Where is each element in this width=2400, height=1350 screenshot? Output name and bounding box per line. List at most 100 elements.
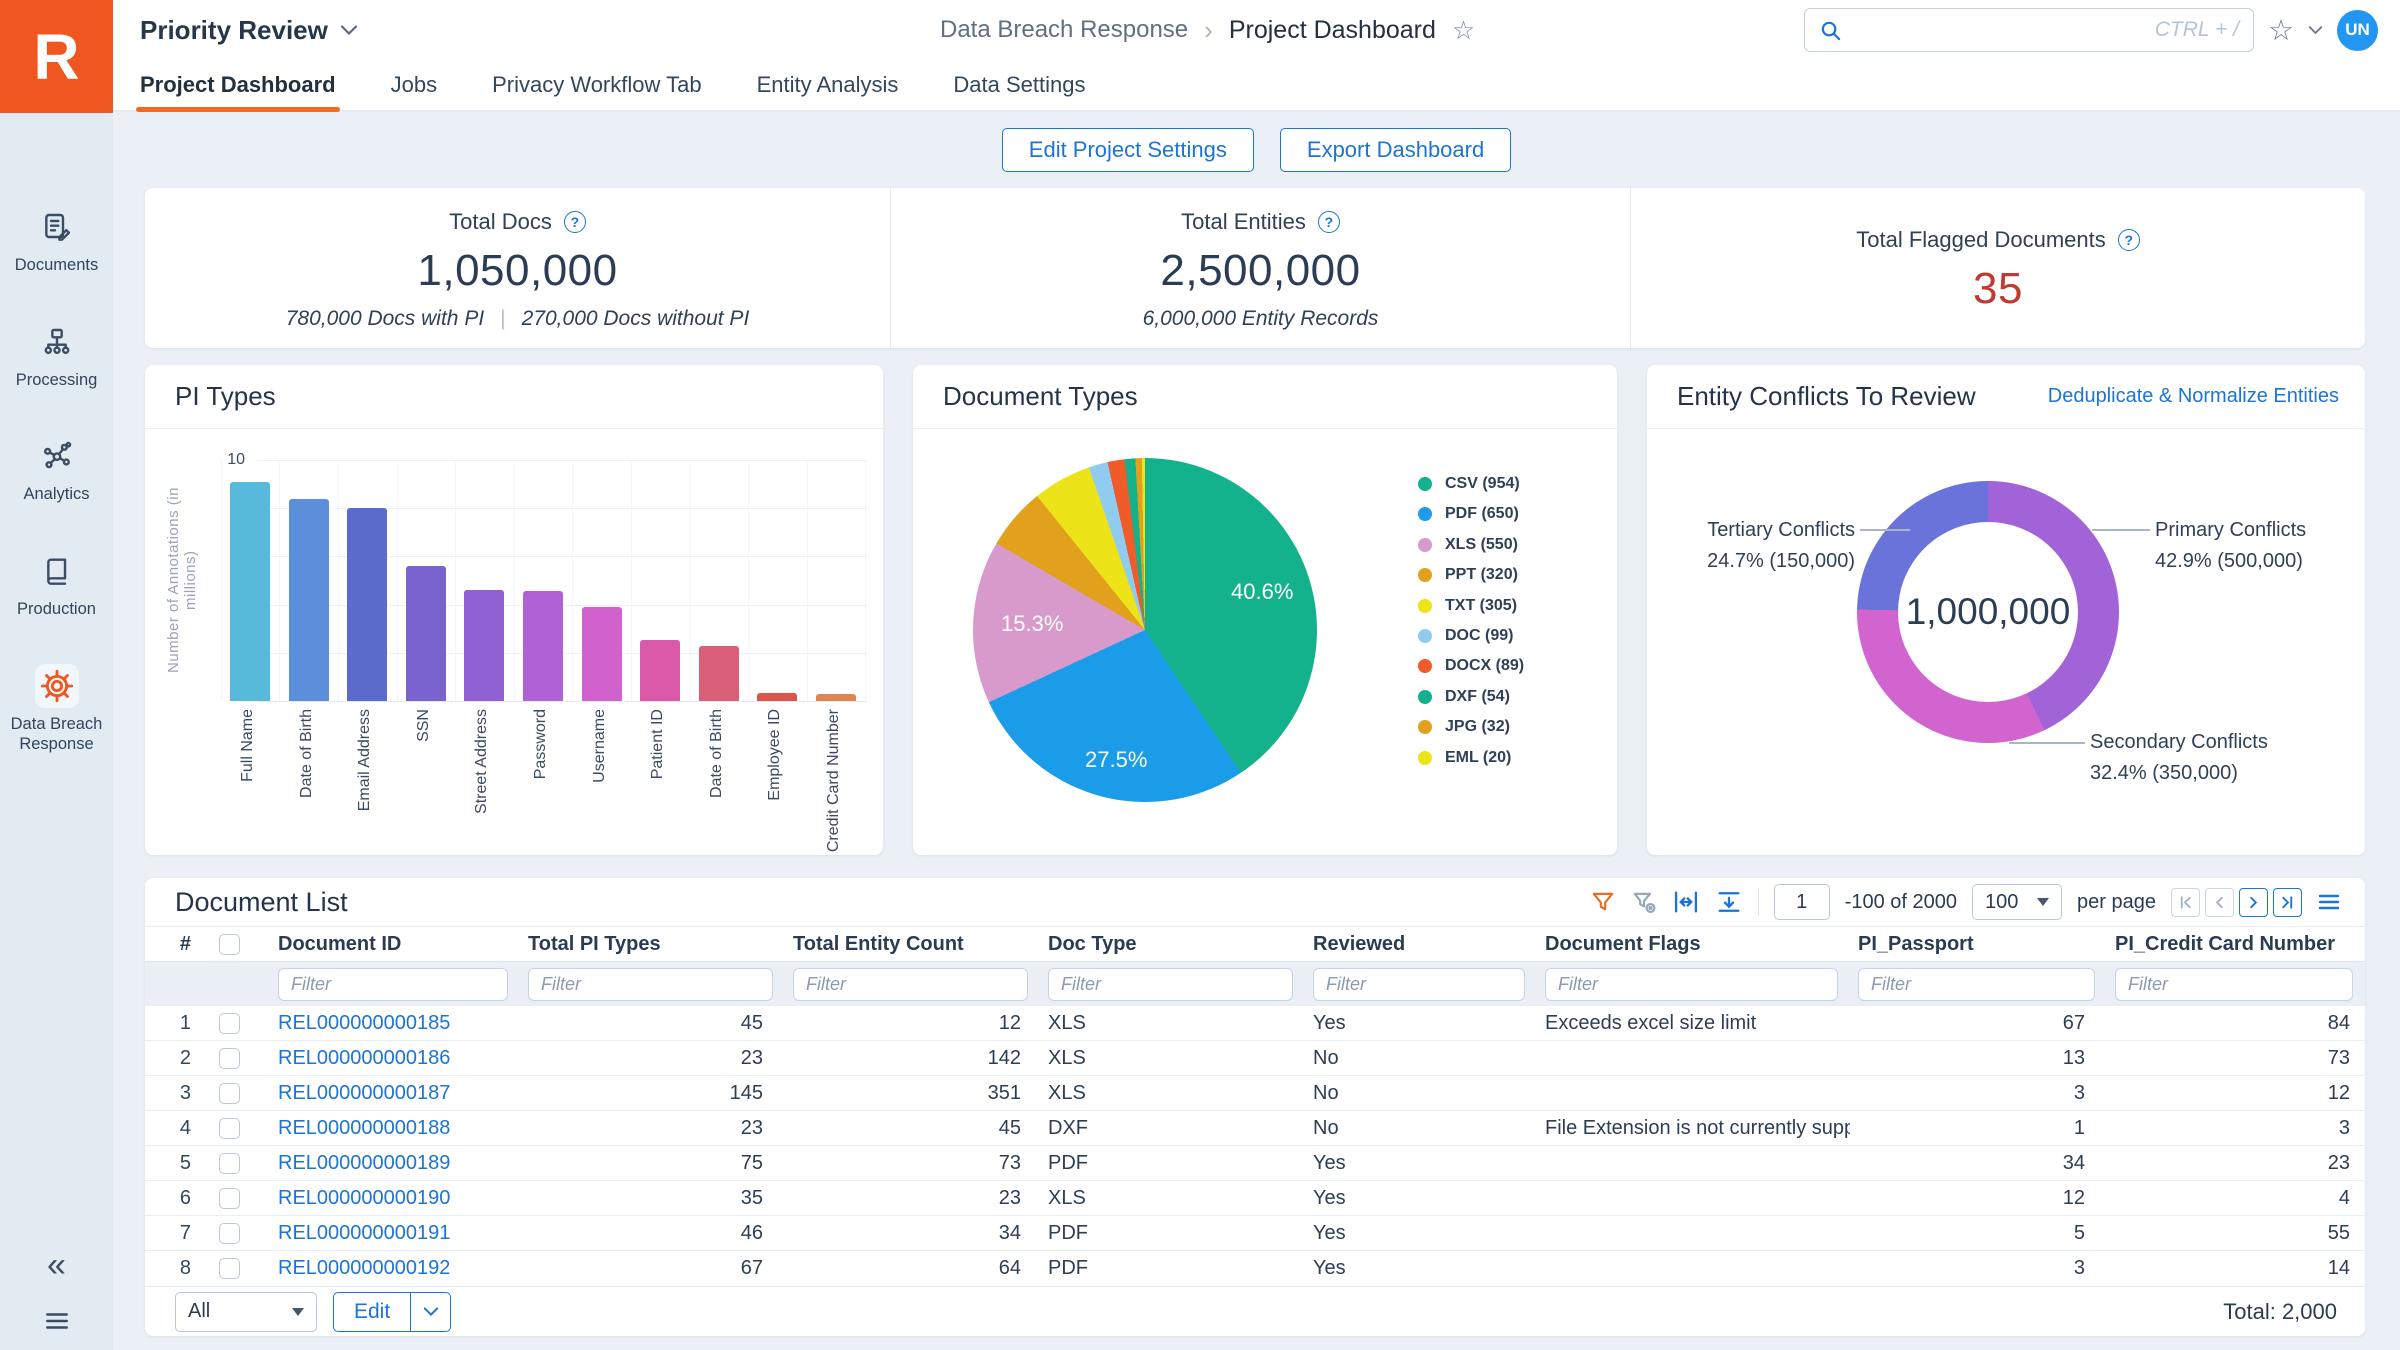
column-header-pi-passport[interactable]: PI_Passport: [1850, 933, 2107, 956]
row-checkbox[interactable]: [219, 1048, 240, 1069]
column-header-pi-credit-card-number[interactable]: PI_Credit Card Number: [2107, 933, 2365, 956]
row-checkbox[interactable]: [219, 1013, 240, 1034]
x-axis-label: Patient ID: [649, 709, 671, 779]
filter-input-total-entity-count[interactable]: [793, 968, 1028, 1001]
document-id-link[interactable]: REL000000000191: [278, 1222, 450, 1244]
document-id-link[interactable]: REL000000000189: [278, 1152, 450, 1174]
favorites-chevron-icon[interactable]: [2308, 25, 2323, 35]
legend-item[interactable]: CSV (954): [1418, 475, 1524, 493]
document-id-link[interactable]: REL000000000190: [278, 1187, 450, 1209]
sidebar-item-analytics[interactable]: Analytics: [0, 434, 113, 505]
app-logo[interactable]: R: [0, 0, 113, 113]
edit-dropdown-button[interactable]: [410, 1293, 450, 1331]
column-header-document-id[interactable]: Document ID: [270, 933, 520, 956]
table-cell: XLS: [1040, 1187, 1305, 1210]
table-cell: 46: [520, 1222, 785, 1245]
workspace-switcher[interactable]: Priority Review: [140, 0, 358, 60]
sidebar-menu-icon[interactable]: [44, 1308, 70, 1334]
row-checkbox[interactable]: [219, 1083, 240, 1104]
document-id-link[interactable]: REL000000000186: [278, 1047, 450, 1069]
row-checkbox[interactable]: [219, 1223, 240, 1244]
help-icon[interactable]: ?: [2118, 229, 2140, 251]
table-cell: DXF: [1040, 1117, 1305, 1140]
filter-input-doc-type[interactable]: [1048, 968, 1293, 1001]
filter-input-document-id[interactable]: [278, 968, 508, 1001]
sidebar-item-documents[interactable]: Documents: [0, 205, 113, 276]
tab-jobs[interactable]: Jobs: [391, 60, 437, 110]
legend-item[interactable]: PDF (650): [1418, 505, 1524, 523]
export-dashboard-button[interactable]: Export Dashboard: [1280, 128, 1511, 172]
clear-filter-icon[interactable]: [1631, 889, 1657, 915]
breadcrumb-parent[interactable]: Data Breach Response: [940, 16, 1188, 44]
legend-item[interactable]: DOCX (89): [1418, 657, 1524, 675]
table-cell: 13: [1850, 1047, 2107, 1070]
favorite-star-icon[interactable]: ☆: [1452, 15, 1475, 46]
column-header-row-number[interactable]: #: [145, 933, 207, 956]
column-header-doc-type[interactable]: Doc Type: [1040, 933, 1305, 956]
legend-dot: [1418, 720, 1432, 734]
tab-privacy-workflow-tab[interactable]: Privacy Workflow Tab: [492, 60, 701, 110]
legend-item[interactable]: JPG (32): [1418, 718, 1524, 736]
help-icon[interactable]: ?: [564, 211, 586, 233]
row-checkbox[interactable]: [219, 1188, 240, 1209]
last-page-button[interactable]: [2273, 888, 2302, 917]
filter-input-pi-passport[interactable]: [1858, 968, 2095, 1001]
row-checkbox[interactable]: [219, 1153, 240, 1174]
page-range-text: -100 of 2000: [1845, 891, 1957, 914]
column-header-total-pi-types[interactable]: Total PI Types: [520, 933, 785, 956]
document-id-link[interactable]: REL000000000192: [278, 1257, 450, 1279]
previous-page-button[interactable]: [2205, 888, 2234, 917]
user-avatar[interactable]: UN: [2337, 10, 2378, 51]
favorites-star-icon[interactable]: ☆: [2268, 13, 2294, 48]
document-id-link[interactable]: REL000000000185: [278, 1012, 450, 1034]
filter-input-pi-credit-card-number[interactable]: [2115, 968, 2353, 1001]
edit-button[interactable]: Edit: [334, 1293, 410, 1331]
page-number-input[interactable]: [1774, 884, 1830, 920]
sidebar-collapse-icon[interactable]: «: [47, 1248, 66, 1282]
next-page-button[interactable]: [2239, 888, 2268, 917]
filter-icon[interactable]: [1590, 889, 1616, 915]
breadcrumb: Data Breach Response › Project Dashboard…: [940, 0, 1475, 60]
row-checkbox[interactable]: [219, 1118, 240, 1139]
edit-project-settings-button[interactable]: Edit Project Settings: [1002, 128, 1254, 172]
sidebar-item-data-breach-response[interactable]: Data Breach Response: [0, 664, 113, 755]
table-cell: 64: [785, 1257, 1040, 1280]
legend-item[interactable]: PPT (320): [1418, 566, 1524, 584]
bar-credit-card-number: [816, 694, 856, 701]
page-size-select[interactable]: 100: [1972, 884, 2062, 920]
tab-project-dashboard[interactable]: Project Dashboard: [140, 60, 336, 110]
column-header-reviewed[interactable]: Reviewed: [1305, 933, 1537, 956]
document-id-link[interactable]: REL000000000188: [278, 1117, 450, 1139]
first-page-button[interactable]: [2171, 888, 2200, 917]
filter-input-total-pi-types[interactable]: [528, 968, 773, 1001]
tab-data-settings[interactable]: Data Settings: [953, 60, 1085, 110]
pie-percent-label: 40.6%: [1231, 579, 1293, 605]
x-axis-label: Street Address: [473, 709, 495, 814]
legend-item[interactable]: DXF (54): [1418, 688, 1524, 706]
legend-item[interactable]: EML (20): [1418, 749, 1524, 767]
deduplicate-normalize-link[interactable]: Deduplicate & Normalize Entities: [2048, 385, 2339, 408]
document-id-link[interactable]: REL000000000187: [278, 1082, 450, 1104]
help-icon[interactable]: ?: [1318, 211, 1340, 233]
select-all-checkbox[interactable]: [219, 934, 240, 955]
fit-column-width-icon[interactable]: [1672, 888, 1700, 916]
scope-select[interactable]: All: [175, 1292, 317, 1332]
legend-item[interactable]: DOC (99): [1418, 627, 1524, 645]
sidebar-item-production[interactable]: Production: [0, 549, 113, 620]
global-search[interactable]: CTRL + /: [1804, 8, 2254, 52]
legend-item[interactable]: XLS (550): [1418, 536, 1524, 554]
filter-input-reviewed[interactable]: [1313, 968, 1525, 1001]
app-root: R Documents Processing Analytics Production…: [0, 0, 2400, 1350]
legend-item[interactable]: TXT (305): [1418, 597, 1524, 615]
filter-input-document-flags[interactable]: [1545, 968, 1838, 1001]
sidebar-item-processing[interactable]: Processing: [0, 320, 113, 391]
column-header-document-flags[interactable]: Document Flags: [1537, 933, 1850, 956]
row-checkbox[interactable]: [219, 1258, 240, 1279]
search-input[interactable]: [1852, 19, 2145, 42]
table-cell: File Extension is not currently supporte…: [1537, 1117, 1850, 1140]
fit-row-height-icon[interactable]: [1715, 888, 1743, 916]
tab-entity-analysis[interactable]: Entity Analysis: [757, 60, 899, 110]
column-header-total-entity-count[interactable]: Total Entity Count: [785, 933, 1040, 956]
list-menu-icon[interactable]: [2317, 890, 2341, 914]
bar-street-address: [464, 590, 504, 701]
